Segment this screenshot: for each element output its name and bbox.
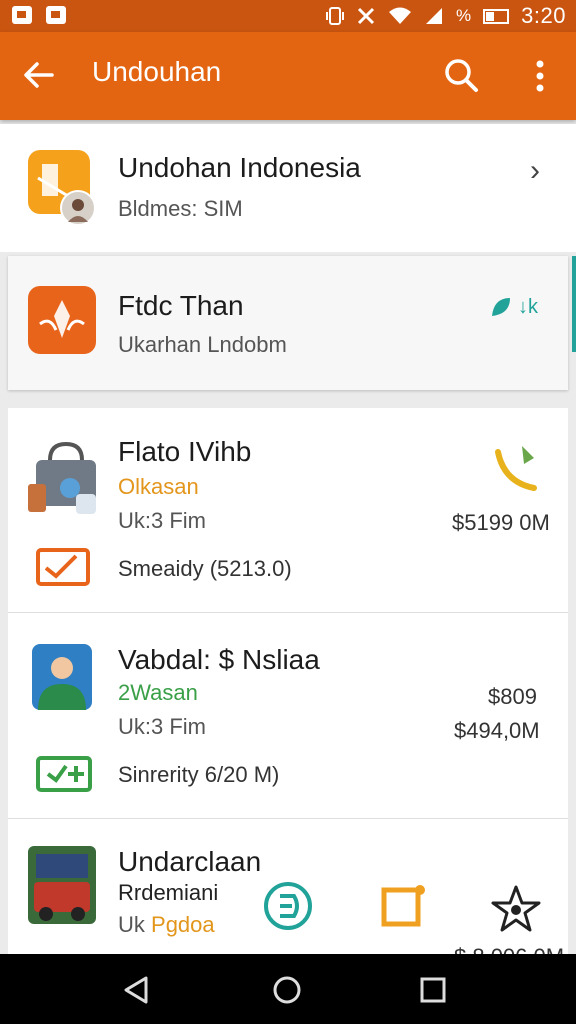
briefcase-icon [28, 441, 96, 514]
install-badge: ↓k [488, 294, 538, 320]
item-accent-price: $809 [488, 684, 537, 709]
search-icon[interactable] [442, 56, 480, 94]
star-icon[interactable] [490, 884, 542, 934]
leaf-icon [492, 298, 510, 316]
arrow-back-icon[interactable] [22, 58, 56, 92]
item-detail: Uk:3 Fim [118, 714, 206, 739]
status-bar: % 3:20 [0, 0, 576, 32]
profile-icon [32, 644, 92, 710]
refresh-circle-icon[interactable] [262, 880, 314, 932]
notification-icon [12, 6, 32, 24]
home-nav-icon[interactable] [272, 975, 302, 1005]
avatar [60, 190, 96, 226]
vibrate-icon [326, 7, 345, 25]
mute-icon [357, 7, 375, 25]
divider [8, 818, 568, 819]
wifi-icon [389, 7, 412, 24]
divider [8, 612, 568, 613]
back-nav-icon[interactable] [122, 975, 152, 1005]
item-price: $ 8,006 0M [454, 944, 564, 954]
item-footer: Smeaidy (5213.0) [118, 556, 292, 581]
item-tag: Olkasan [118, 474, 199, 499]
item-tag: 2Wasan [118, 680, 198, 705]
item-price: $5199 0M [452, 510, 550, 535]
item-title: Undohan Indonesia [118, 152, 361, 183]
item-detail: Uk [118, 912, 145, 937]
list-item[interactable]: Flato IVihb Olkasan Uk:3 Fim $5199 0M Sm… [8, 408, 568, 612]
game-icon [28, 846, 96, 924]
item-detail-row: Uk Pgdoa [118, 912, 215, 938]
item-title: Vabdal: $ Nsliaa [118, 644, 320, 675]
chevron-right-icon[interactable]: › [530, 154, 540, 188]
signal-icon [426, 8, 443, 24]
list-item[interactable]: Vabdal: $ Nsliaa 2Wasan Uk:3 Fim $809 $4… [8, 614, 568, 818]
battery-icon [483, 8, 510, 24]
item-detail: Uk:3 Fim [118, 508, 206, 533]
item-title: Ftdc Than [118, 290, 244, 321]
app-icon [28, 286, 96, 354]
page-title: Undouhan [92, 56, 222, 87]
item-price: $494,0M [454, 718, 540, 743]
item-subtitle: Bldmes: SIM [118, 196, 243, 221]
crop-icon[interactable] [380, 884, 426, 930]
more-vert-icon[interactable] [526, 58, 554, 94]
notification-icon [46, 6, 66, 24]
item-tag: Rrdemiani [118, 880, 219, 905]
system-nav-bar [0, 954, 576, 1024]
featured-item[interactable]: Ftdc Than Ukarhan Lndobm ↓k [8, 256, 568, 390]
featured-item[interactable]: Undohan Indonesia Bldmes: SIM › [0, 124, 576, 252]
item-footer: Sinrerity 6/20 M) [118, 762, 280, 787]
checkbox-card-icon[interactable] [36, 548, 90, 586]
item-title: Flato IVihb [118, 436, 252, 467]
item-detail-accent: Pgdoa [151, 912, 215, 937]
recents-nav-icon[interactable] [420, 977, 446, 1003]
badge-label: ↓k [518, 295, 538, 318]
scroll-indicator [572, 256, 576, 352]
app-bar: Undouhan [0, 32, 576, 120]
item-subtitle: Ukarhan Lndobm [118, 332, 287, 357]
status-time: 3:20 [521, 3, 566, 28]
add-card-icon[interactable] [36, 756, 92, 792]
item-title: Undarclaan [118, 846, 262, 877]
battery-percent-glyph: % [456, 6, 472, 25]
swap-icon[interactable] [494, 442, 546, 492]
